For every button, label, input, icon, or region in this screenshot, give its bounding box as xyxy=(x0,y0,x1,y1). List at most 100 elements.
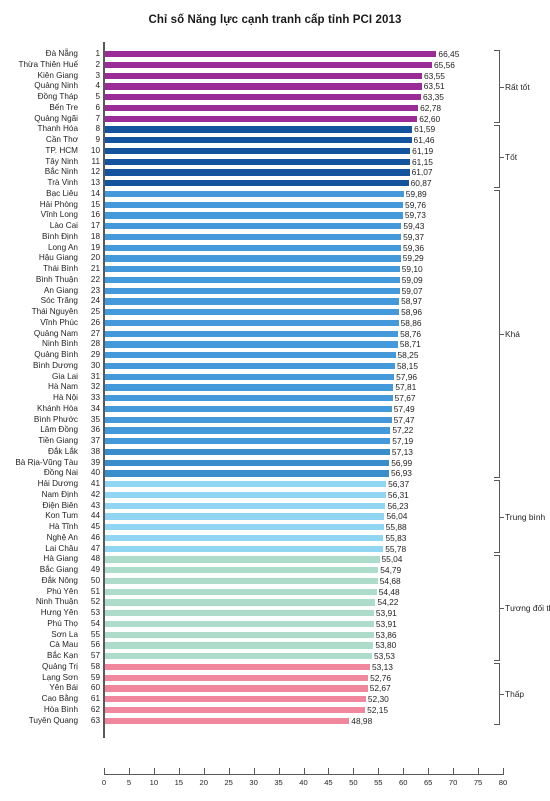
bar xyxy=(105,51,437,58)
x-tick-label: 5 xyxy=(126,778,132,787)
province-label: Phú Yên xyxy=(46,586,78,596)
x-tick xyxy=(503,768,504,774)
x-tick xyxy=(203,768,205,774)
rank-label: 51 xyxy=(90,586,100,596)
province-label: Hưng Yên xyxy=(40,608,78,617)
province-label: Bạc Liêu xyxy=(46,188,78,198)
bar xyxy=(105,674,369,681)
bar-value-label: 55,78 xyxy=(385,543,407,554)
table-row: Thừa Thiên Huế 2 65,56 xyxy=(0,60,550,71)
bar-value-label: 48,98 xyxy=(351,715,373,726)
table-row: Yên Bái 60 52,67 xyxy=(0,683,550,694)
province-label: Bình Định xyxy=(42,231,78,241)
chart-root: Chỉ số Năng lực cạnh tranh cấp tỉnh PCI … xyxy=(0,0,550,801)
province-label: Trà Vinh xyxy=(47,178,79,187)
bar xyxy=(105,180,409,187)
rank-label: 7 xyxy=(95,113,100,123)
rank-label: 12 xyxy=(90,167,100,177)
table-row: Hà Nam 32 57,81 xyxy=(0,382,550,393)
province-label: Bình Dương xyxy=(33,360,78,370)
bar-value-label: 58,96 xyxy=(401,307,423,317)
bar xyxy=(105,255,401,262)
bar xyxy=(105,502,386,509)
bar xyxy=(105,266,400,273)
bar-value-label: 58,71 xyxy=(399,339,421,350)
bar-value-label: 58,25 xyxy=(397,350,419,360)
bar-value-label: 57,49 xyxy=(393,403,415,414)
bar-value-label: 53,13 xyxy=(371,661,393,672)
province-label: Khánh Hòa xyxy=(37,403,78,413)
x-tick xyxy=(403,768,405,774)
table-row: Hà Tĩnh 45 55,88 xyxy=(0,522,550,533)
bar xyxy=(105,298,400,305)
x-tick-label: 30 xyxy=(249,778,258,787)
bar-value-label: 62,60 xyxy=(419,113,441,124)
province-label: Thái Nguyên xyxy=(31,307,78,316)
bar xyxy=(105,319,399,327)
province-label: Nam Định xyxy=(41,489,78,499)
page-title: Chỉ số Năng lực cạnh tranh cấp tỉnh PCI … xyxy=(148,14,402,26)
bar-value-label: 57,19 xyxy=(392,436,414,446)
rank-label: 30 xyxy=(90,360,100,370)
province-label: Vĩnh Long xyxy=(40,210,78,220)
x-tick-label: 50 xyxy=(349,778,358,787)
bar-value-label: 54,22 xyxy=(377,597,399,608)
rank-label: 2 xyxy=(95,59,100,69)
bar xyxy=(105,373,395,380)
bar-value-label: 61,19 xyxy=(412,145,434,156)
bar xyxy=(105,276,400,284)
table-row: Quảng Ngãi 7 62,60 xyxy=(0,114,550,125)
province-label: Đồng Tháp xyxy=(37,92,78,101)
table-row: Gia Lai 31 57,96 xyxy=(0,372,550,383)
bar-value-label: 66,45 xyxy=(438,49,460,59)
bar xyxy=(105,534,384,542)
table-row: Trà Vinh 13 60,87 xyxy=(0,178,550,189)
rank-label: 6 xyxy=(95,102,100,112)
rank-label: 16 xyxy=(90,210,100,220)
province-label: Cao Bằng xyxy=(41,694,78,703)
rank-label: 13 xyxy=(90,178,100,187)
bar-value-label: 63,55 xyxy=(423,70,445,81)
rank-label: 25 xyxy=(90,307,100,316)
province-label: Thừa Thiên Huế xyxy=(18,59,79,69)
table-row: Tuyên Quang 63 48,98 xyxy=(0,716,550,727)
table-row: Hòa Bình 62 52,15 xyxy=(0,705,550,716)
table-row: Đồng Nai 40 56,93 xyxy=(0,468,550,479)
bar-value-label: 52,30 xyxy=(367,694,389,704)
x-tick xyxy=(328,768,330,774)
province-label: Hà Giang xyxy=(43,554,78,564)
rank-label: 48 xyxy=(90,554,100,564)
x-tick-label: 75 xyxy=(473,778,483,787)
bar xyxy=(105,330,399,337)
rank-label: 44 xyxy=(90,511,100,521)
bar-value-label: 56,37 xyxy=(388,479,410,489)
province-label: Đồng Nai xyxy=(43,468,78,478)
province-label: An Giang xyxy=(43,285,78,295)
rank-label: 32 xyxy=(90,382,100,392)
rank-label: 55 xyxy=(90,629,100,639)
province-label: TP. HCM xyxy=(45,145,78,155)
rank-label: 29 xyxy=(90,350,100,359)
table-row: Thanh Hóa 8 61,59 xyxy=(0,124,550,135)
rank-label: 36 xyxy=(90,425,100,435)
x-tick xyxy=(453,768,455,774)
bar xyxy=(105,653,372,660)
group-bracket-tick xyxy=(500,516,504,518)
rank-label: 26 xyxy=(90,317,100,327)
bar xyxy=(105,72,422,79)
x-tick-label: 35 xyxy=(274,778,283,787)
province-label: Điện Biên xyxy=(42,500,78,510)
bar xyxy=(105,556,380,563)
bar xyxy=(105,126,413,133)
province-label: Bình Thuận xyxy=(35,274,78,284)
bar xyxy=(105,61,432,69)
table-row: An Giang 23 59,07 xyxy=(0,286,550,297)
rank-label: 8 xyxy=(95,124,100,134)
bar-value-label: 59,43 xyxy=(403,221,425,231)
table-row: Hưng Yên 53 53,91 xyxy=(0,608,550,619)
bar xyxy=(105,384,394,391)
group-bracket-tick xyxy=(500,156,504,158)
rank-label: 19 xyxy=(90,242,100,252)
province-label: Sóc Trăng xyxy=(40,296,78,306)
province-label: Bình Phước xyxy=(33,414,78,424)
